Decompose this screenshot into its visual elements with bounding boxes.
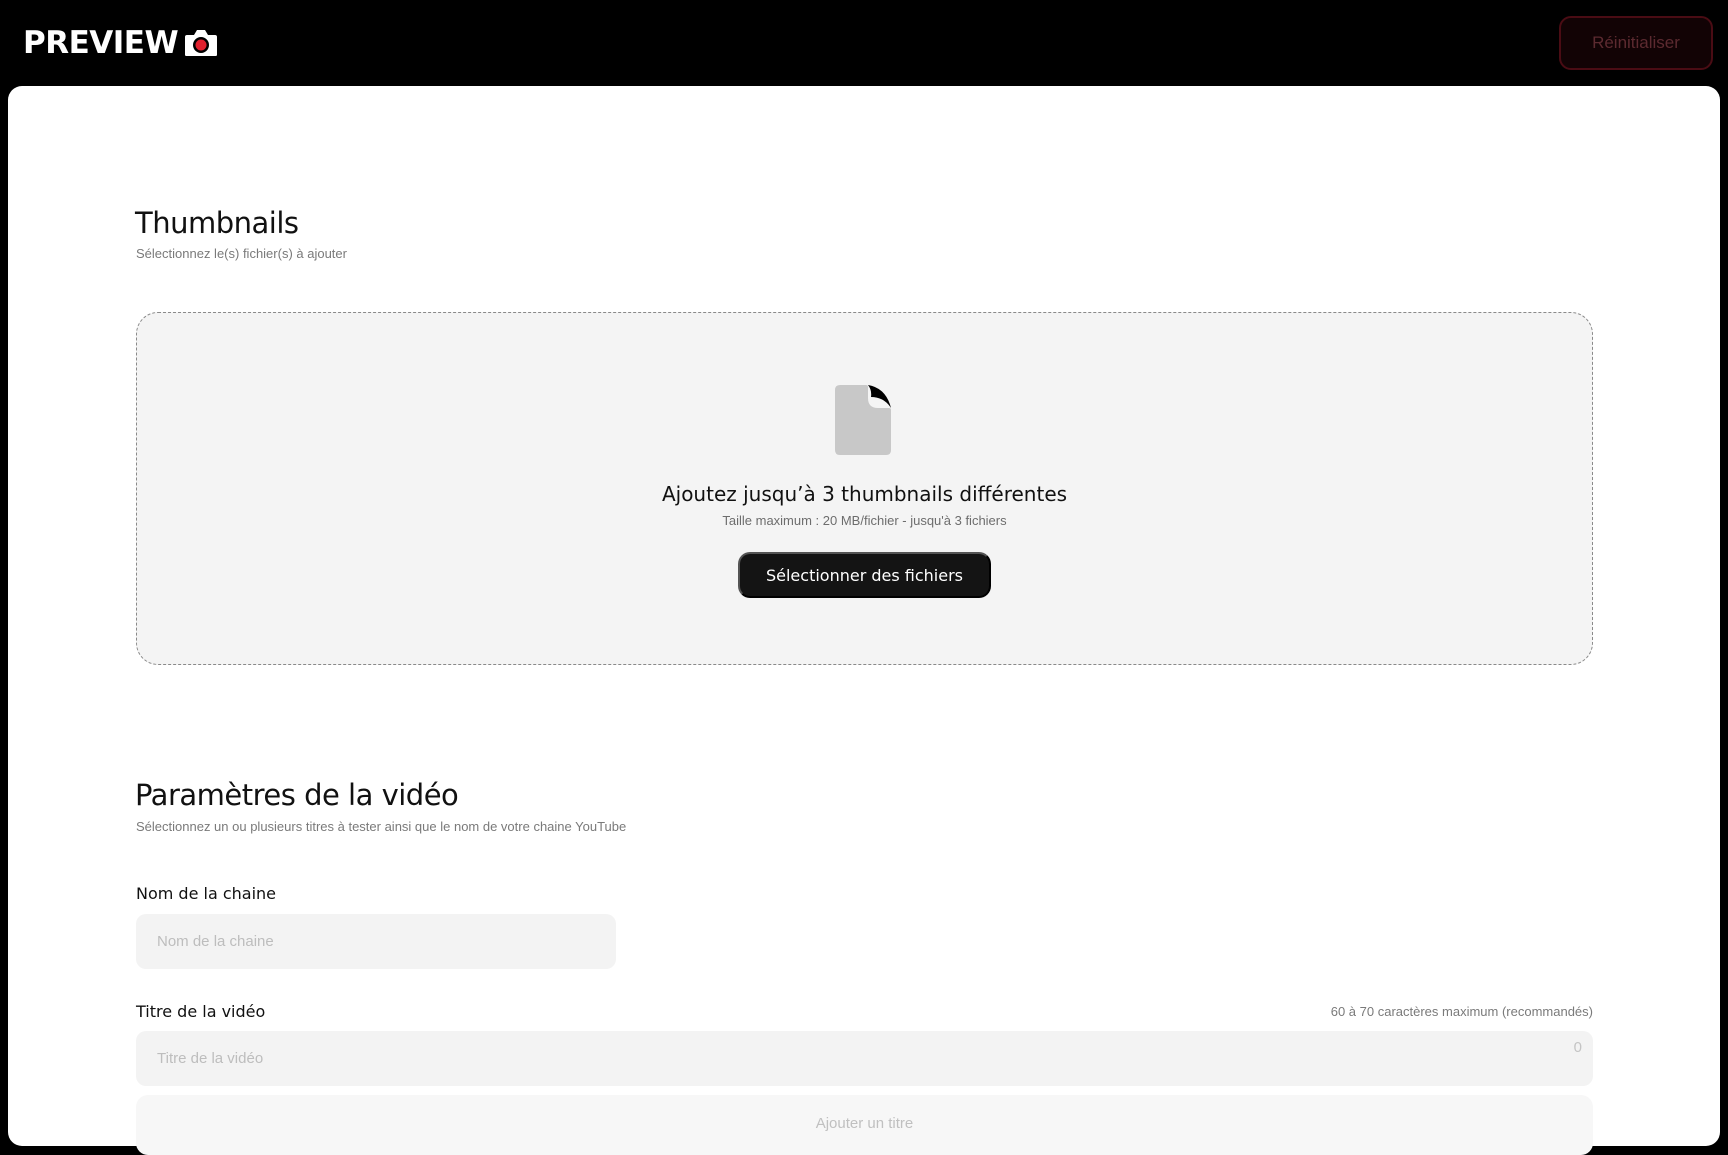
main-panel: Thumbnails Sélectionnez le(s) fichier(s)… bbox=[8, 86, 1720, 1155]
thumbnails-subtitle: Sélectionnez le(s) fichier(s) à ajouter bbox=[136, 246, 347, 261]
video-settings-subtitle: Sélectionnez un ou plusieurs titres à te… bbox=[136, 819, 627, 834]
select-files-button[interactable]: Sélectionner des fichiers bbox=[738, 552, 991, 598]
logo-text: PREVIEW bbox=[23, 25, 179, 61]
video-settings-title: Paramètres de la vidéo bbox=[135, 778, 459, 812]
video-title-input[interactable] bbox=[136, 1031, 1593, 1086]
dropzone-title: Ajoutez jusqu’à 3 thumbnails différentes bbox=[661, 482, 1068, 506]
channel-name-label: Nom de la chaine bbox=[136, 884, 277, 903]
add-title-button[interactable]: Ajouter un titre bbox=[136, 1095, 1593, 1155]
dropzone-subtitle: Taille maximum : 20 MB/fichier - jusqu'à… bbox=[722, 513, 1007, 528]
top-bar: PREVIEW Réinitialiser bbox=[0, 0, 1728, 86]
camera-icon bbox=[185, 30, 218, 56]
video-title-label: Titre de la vidéo bbox=[136, 1002, 266, 1021]
file-icon bbox=[835, 385, 891, 455]
thumbnails-title: Thumbnails bbox=[135, 206, 299, 240]
reset-button[interactable]: Réinitialiser bbox=[1559, 16, 1713, 70]
channel-name-input[interactable] bbox=[136, 914, 616, 969]
app-logo[interactable]: PREVIEW bbox=[23, 26, 218, 60]
video-title-hint: 60 à 70 caractères maximum (recommandés) bbox=[1330, 1004, 1593, 1019]
thumbnail-dropzone[interactable]: Ajoutez jusqu’à 3 thumbnails différentes… bbox=[136, 312, 1593, 665]
title-char-counter: 0 bbox=[1573, 1039, 1582, 1056]
